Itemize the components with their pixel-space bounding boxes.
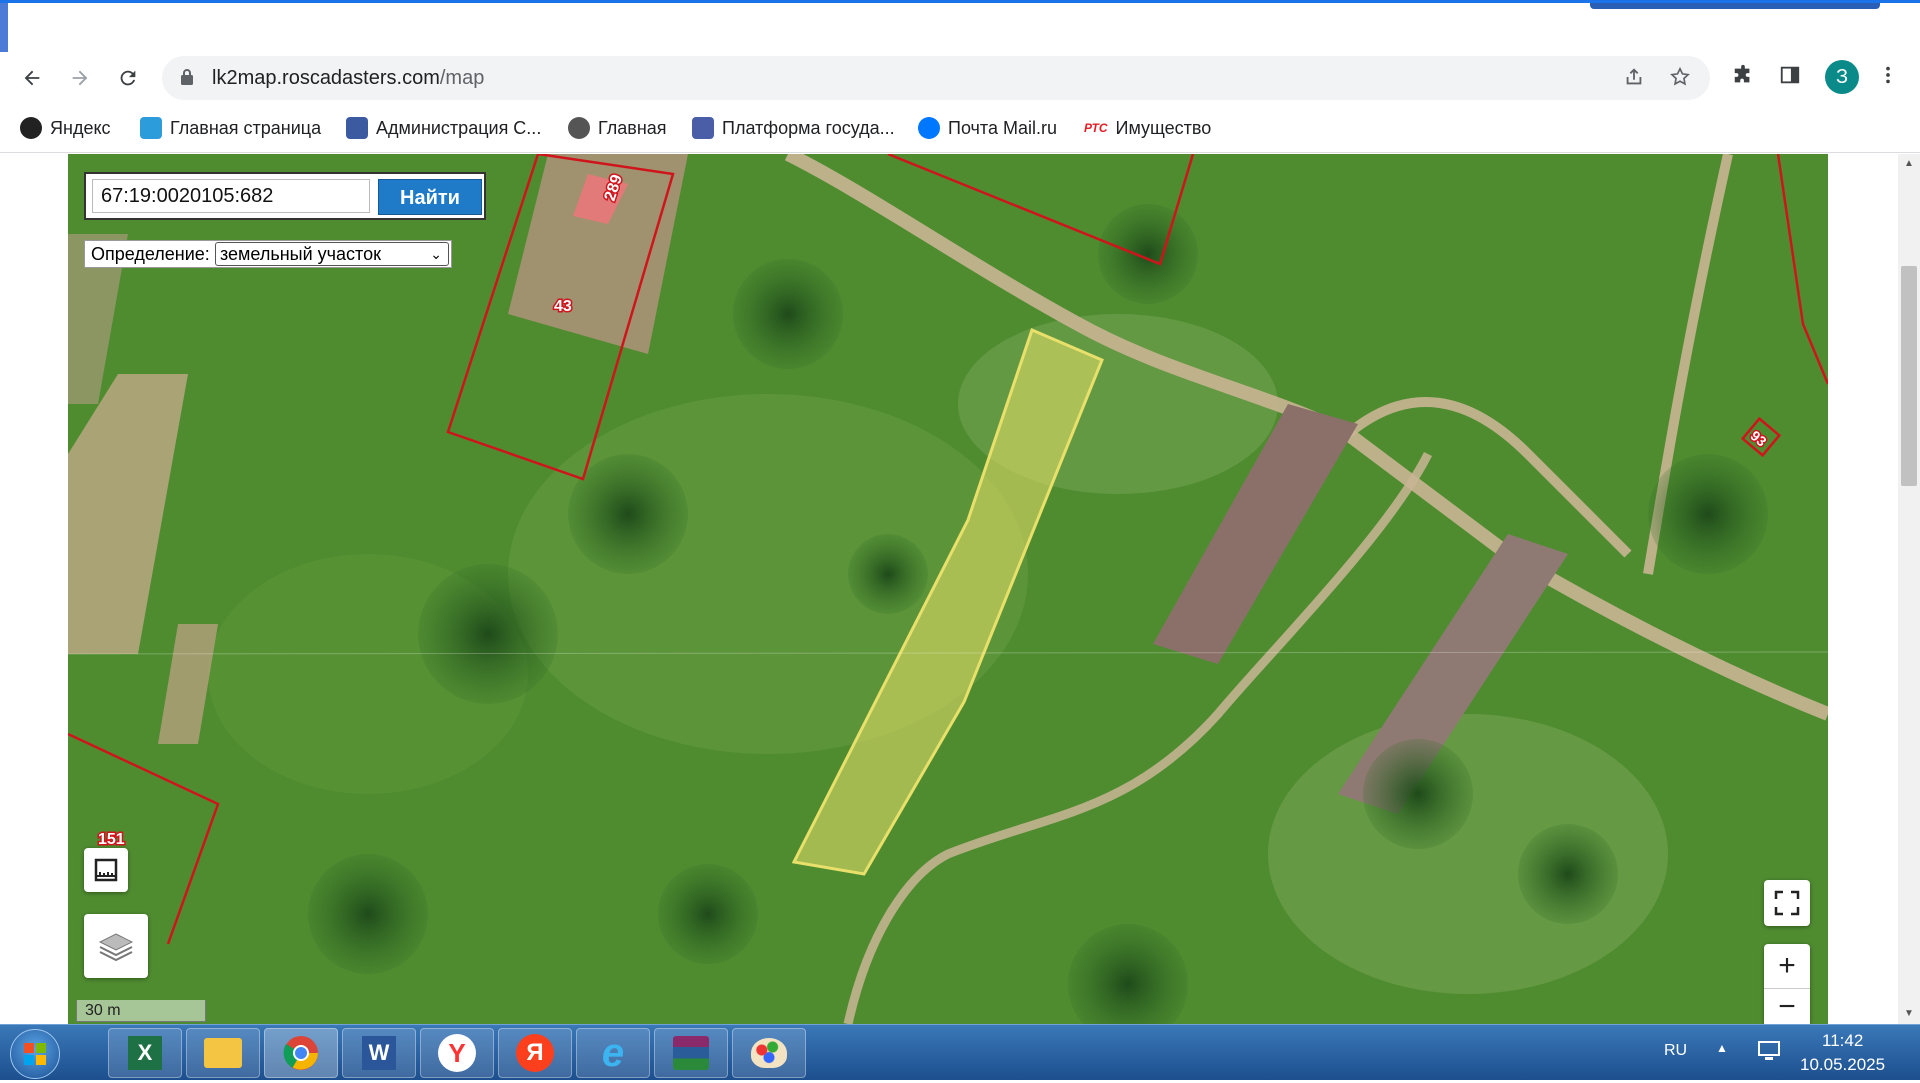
clock-date[interactable]: 10.05.2025 bbox=[1800, 1055, 1885, 1075]
extensions-icon[interactable] bbox=[1729, 64, 1757, 92]
fullscreen-icon bbox=[1774, 890, 1800, 916]
url-host: lk2map.roscadasters.com bbox=[212, 67, 440, 89]
bookmark-label: Главная bbox=[598, 117, 667, 138]
arrow-right-icon bbox=[72, 70, 88, 86]
taskbar-yandex[interactable]: Я bbox=[498, 1028, 572, 1078]
lock-icon bbox=[181, 69, 193, 85]
layers-icon bbox=[98, 933, 134, 962]
gosuslugi-icon bbox=[140, 117, 162, 139]
taskbar-word[interactable]: W bbox=[342, 1028, 416, 1078]
bookmark-home[interactable]: Главная bbox=[568, 115, 667, 141]
parcel-label-151: 151 bbox=[98, 831, 125, 848]
bookmark-label: Администрация С... bbox=[376, 117, 542, 138]
taskbar-paint[interactable] bbox=[732, 1028, 806, 1078]
scrollbar-thumb[interactable] bbox=[1901, 266, 1917, 486]
paint-icon bbox=[751, 1038, 787, 1068]
menu-kebab-icon[interactable] bbox=[1874, 64, 1902, 92]
definition-select[interactable]: земельный участок ⌄ bbox=[215, 242, 449, 266]
bookmark-administration[interactable]: Администрация С... bbox=[346, 115, 541, 141]
browser-toolbar: lk2map.roscadasters.com/map З bbox=[0, 52, 1920, 103]
mail-icon bbox=[918, 117, 940, 139]
definition-label: Определение: bbox=[91, 244, 210, 264]
bookmarks-bar: Яндекс Главная страница Администрация С.… bbox=[0, 103, 1920, 153]
explorer-icon bbox=[204, 1038, 242, 1068]
bookmark-platform[interactable]: Платформа госуда... bbox=[692, 115, 895, 141]
active-tab-indicator[interactable] bbox=[1590, 3, 1880, 9]
tab-strip bbox=[0, 0, 1920, 55]
globe-icon bbox=[568, 117, 590, 139]
start-button[interactable] bbox=[10, 1029, 60, 1079]
side-panel-icon[interactable] bbox=[1776, 64, 1804, 92]
layers-button[interactable] bbox=[84, 914, 148, 978]
windows-taskbar: X W Y Я e RU ▲ 11:42 10.05.2025 bbox=[0, 1024, 1920, 1080]
scroll-down-icon[interactable]: ▼ bbox=[1898, 1004, 1920, 1024]
bookmark-label: Почта Mail.ru bbox=[948, 117, 1057, 138]
reload-icon bbox=[120, 70, 136, 86]
page-content: 289 43 151 93 67:19:0020105:682 Найти Оп… bbox=[0, 154, 1920, 1024]
measure-button[interactable] bbox=[84, 848, 128, 892]
bookmark-label: Яндекс bbox=[50, 117, 111, 138]
chevron-down-icon: ⌄ bbox=[430, 246, 442, 262]
chrome-icon bbox=[283, 1036, 318, 1070]
eagle-icon bbox=[692, 117, 714, 139]
url-text: lk2map.roscadasters.com/map bbox=[212, 67, 484, 90]
taskbar-excel[interactable]: X bbox=[108, 1028, 182, 1078]
reload-button[interactable] bbox=[110, 60, 146, 96]
coat-of-arms-icon bbox=[346, 117, 368, 139]
taskbar-explorer[interactable] bbox=[186, 1028, 260, 1078]
word-icon: W bbox=[362, 1036, 396, 1070]
cadastral-search-panel: 67:19:0020105:682 Найти bbox=[84, 172, 486, 220]
definition-panel: Определение: земельный участок ⌄ bbox=[84, 240, 452, 268]
bookmark-star-icon[interactable] bbox=[1668, 66, 1692, 90]
definition-value: земельный участок bbox=[220, 244, 381, 264]
taskbar-internet-explorer[interactable]: e bbox=[576, 1028, 650, 1078]
bookmark-label: Главная страница bbox=[170, 117, 322, 138]
bookmark-yandex[interactable]: Яндекс bbox=[20, 115, 111, 141]
taskbar-chrome[interactable] bbox=[264, 1028, 338, 1078]
page-scrollbar[interactable]: ▲ ▼ bbox=[1898, 154, 1920, 1024]
bookmark-label: Имущество bbox=[1115, 117, 1212, 138]
taskbar-yandex-browser[interactable]: Y bbox=[420, 1028, 494, 1078]
cadastral-number-input[interactable]: 67:19:0020105:682 bbox=[92, 179, 370, 213]
internet-explorer-icon: e bbox=[601, 1031, 625, 1075]
zoom-out-button[interactable]: − bbox=[1764, 988, 1810, 1024]
yandex-browser-icon: Y bbox=[438, 1034, 476, 1072]
back-button[interactable] bbox=[14, 60, 50, 96]
ruler-icon bbox=[94, 858, 118, 882]
zoom-control: + − bbox=[1764, 944, 1810, 1024]
clock-time[interactable]: 11:42 bbox=[1822, 1031, 1863, 1051]
forward-button[interactable] bbox=[62, 60, 98, 96]
find-button[interactable]: Найти bbox=[378, 179, 482, 215]
scroll-up-icon[interactable]: ▲ bbox=[1898, 154, 1920, 174]
url-path: /map bbox=[439, 67, 485, 89]
bookmark-main-page[interactable]: Главная страница bbox=[140, 115, 321, 141]
tab-edge bbox=[0, 3, 8, 55]
profile-avatar[interactable]: З bbox=[1825, 60, 1859, 94]
language-indicator[interactable]: RU bbox=[1664, 1042, 1687, 1060]
windows-logo-icon bbox=[24, 1043, 46, 1065]
network-icon[interactable] bbox=[1756, 1037, 1782, 1068]
satellite-map[interactable]: 289 43 151 93 67:19:0020105:682 Найти Оп… bbox=[68, 154, 1828, 1024]
address-bar[interactable]: lk2map.roscadasters.com/map bbox=[162, 56, 1710, 100]
rts-icon: РТС bbox=[1084, 121, 1108, 135]
yandex-icon bbox=[20, 117, 42, 139]
tray-expand-icon[interactable]: ▲ bbox=[1716, 1041, 1728, 1055]
excel-icon: X bbox=[128, 1036, 162, 1070]
parcel-label-43: 43 bbox=[554, 298, 572, 315]
yandex-icon: Я bbox=[516, 1034, 554, 1072]
winrar-icon bbox=[673, 1036, 709, 1070]
map-imagery: 289 43 151 93 bbox=[68, 154, 1828, 1024]
scale-bar: 30 m bbox=[76, 1000, 206, 1022]
bookmark-label: Платформа госуда... bbox=[722, 117, 895, 138]
bookmark-property[interactable]: РТС Имущество bbox=[1084, 115, 1211, 141]
fullscreen-button[interactable] bbox=[1764, 880, 1810, 926]
zoom-in-button[interactable]: + bbox=[1778, 944, 1796, 988]
taskbar-winrar[interactable] bbox=[654, 1028, 728, 1078]
arrow-left-icon bbox=[24, 70, 40, 86]
bookmark-mail[interactable]: Почта Mail.ru bbox=[918, 115, 1057, 141]
share-icon[interactable] bbox=[1622, 66, 1646, 90]
